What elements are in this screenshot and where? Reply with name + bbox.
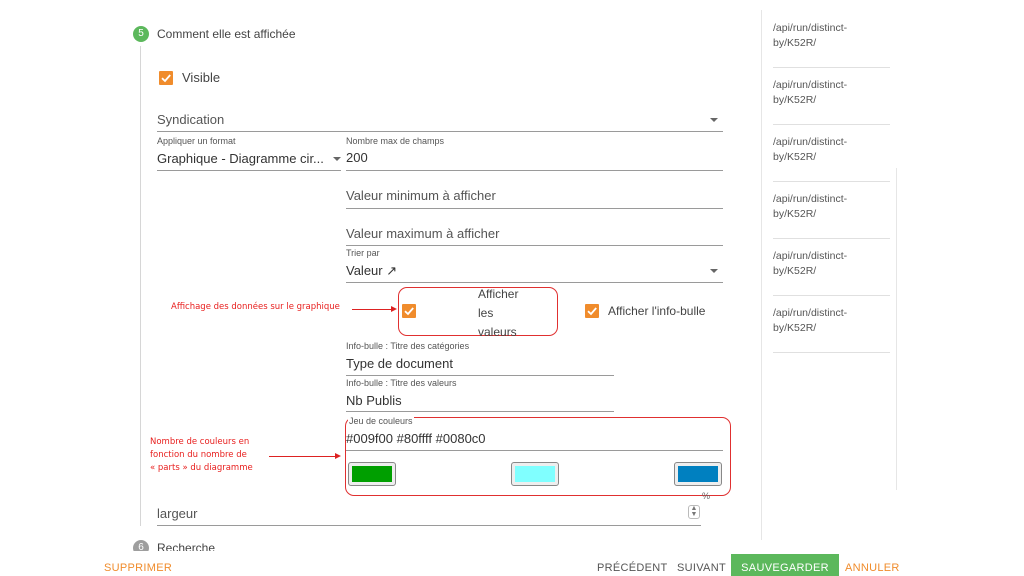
max-value-underline (346, 245, 723, 246)
annotation-arrow-line (352, 309, 392, 310)
format-select[interactable]: Graphique - Diagramme cir... (157, 150, 341, 168)
chevron-down-icon (710, 118, 718, 122)
show-tooltip-label: Afficher l'info-bulle (608, 304, 706, 318)
delete-button[interactable]: SUPPRIMER (104, 562, 172, 574)
checkbox-checked-icon (585, 304, 599, 318)
show-tooltip-checkbox[interactable]: Afficher l'info-bulle (585, 304, 705, 318)
color-swatch-3 (678, 466, 718, 482)
visible-checkbox[interactable]: Visible (159, 70, 220, 85)
width-underline (157, 525, 701, 526)
color-set-input[interactable]: #009f00 #80ffff #0080c0 (346, 431, 486, 446)
format-value: Graphique - Diagramme cir... (157, 151, 324, 166)
sidebar-scrollbar[interactable] (896, 168, 897, 490)
annotation-colors-line2: fonction du nombre de (150, 450, 247, 460)
tooltip-categories-input[interactable]: Type de document (346, 356, 453, 371)
show-values-label-line3: valeurs (478, 325, 517, 339)
step-6-header[interactable]: 6 Recherche (131, 538, 221, 551)
sidebar-item[interactable]: /api/run/distinct- by/K52R/ (773, 10, 890, 67)
sidebar-item-line1: /api/run/distinct- (773, 307, 848, 319)
step-connector-line (140, 46, 141, 526)
min-value-input[interactable]: Valeur minimum à afficher (346, 188, 496, 203)
color-swatch-2-button[interactable] (511, 462, 559, 486)
cancel-button[interactable]: ANNULER (845, 562, 900, 574)
annotation-arrow-line (269, 456, 336, 457)
step-6-title: Recherche (157, 541, 216, 551)
color-swatch-1 (352, 466, 392, 482)
tooltip-values-label: Info-bulle : Titre des valeurs (346, 378, 457, 388)
sidebar-item-line1: /api/run/distinct- (773, 79, 848, 91)
divider (773, 352, 890, 353)
checkbox-checked-icon (159, 70, 173, 85)
color-swatch-2 (515, 466, 555, 482)
sidebar-item-line1: /api/run/distinct- (773, 136, 848, 148)
sidebar-item-line2: by/K52R/ (773, 94, 817, 106)
sidebar-item-line2: by/K52R/ (773, 151, 817, 163)
color-swatch-3-button[interactable] (674, 462, 722, 486)
next-button[interactable]: SUIVANT (677, 562, 726, 574)
save-button[interactable]: SAUVEGARDER (731, 554, 839, 576)
sidebar-list: /api/run/distinct- by/K52R/ /api/run/dis… (773, 10, 890, 353)
step-5-badge: 5 (133, 26, 149, 42)
sidebar-item[interactable]: /api/run/distinct- by/K52R/ (773, 239, 890, 295)
sidebar-item-line1: /api/run/distinct- (773, 22, 848, 34)
tooltip-categories-underline (346, 375, 614, 376)
chevron-down-icon (710, 269, 718, 273)
sidebar-item-line1: /api/run/distinct- (773, 193, 848, 205)
percent-unit: % (702, 491, 711, 501)
show-values-checkbox[interactable] (402, 304, 416, 318)
annotation-colors-line3: « parts » du diagramme (150, 463, 253, 473)
sidebar-border (761, 10, 762, 540)
color-set-underline (346, 450, 723, 451)
min-value-underline (346, 208, 723, 209)
max-value-input[interactable]: Valeur maximum à afficher (346, 226, 499, 241)
tooltip-categories-label: Info-bulle : Titre des catégories (346, 341, 470, 351)
format-underline (157, 170, 341, 171)
max-fields-input[interactable]: 200 (346, 150, 368, 165)
syndication-underline (157, 131, 723, 132)
spinner-icon[interactable]: ▲ ▼ (688, 505, 700, 519)
color-swatch-1-button[interactable] (348, 462, 396, 486)
color-set-label: Jeu de couleurs (348, 416, 414, 426)
previous-button[interactable]: PRÉCÉDENT (597, 562, 668, 574)
show-values-label-line1: Afficher (478, 287, 519, 301)
annotation-colors-line1: Nombre de couleurs en (150, 437, 250, 447)
width-input[interactable]: largeur (157, 506, 197, 521)
sidebar-item-line2: by/K52R/ (773, 208, 817, 220)
sidebar-item-line2: by/K52R/ (773, 37, 817, 49)
syndication-select[interactable]: Syndication (157, 111, 723, 131)
sort-value: Valeur ↗ (346, 263, 398, 278)
sidebar-item[interactable]: /api/run/distinct- by/K52R/ (773, 68, 890, 124)
annotation-arrow-head (335, 453, 341, 459)
sidebar-item-line2: by/K52R/ (773, 265, 817, 277)
sort-label: Trier par (346, 248, 380, 258)
tooltip-values-underline (346, 411, 614, 412)
step-6-badge: 6 (133, 540, 149, 551)
max-fields-underline (346, 170, 723, 171)
sidebar-item[interactable]: /api/run/distinct- by/K52R/ (773, 125, 890, 181)
step-5-title: Comment elle est affichée (157, 27, 296, 41)
annotation-colors: Nombre de couleurs en fonction du nombre… (150, 436, 253, 475)
show-values-label-line2: les (478, 306, 494, 320)
syndication-value: Syndication (157, 112, 225, 127)
chevron-down-icon (333, 157, 341, 161)
annotation-data-display: Affichage des données sur le graphique (171, 302, 340, 312)
sort-select[interactable]: Valeur ↗ (346, 262, 723, 280)
sidebar-item[interactable]: /api/run/distinct- by/K52R/ (773, 182, 890, 238)
annotation-arrow-head (391, 306, 397, 312)
sidebar-item-line2: by/K52R/ (773, 322, 817, 334)
sidebar-item[interactable]: /api/run/distinct- by/K52R/ (773, 296, 890, 352)
show-values-label: Afficher les valeurs (478, 285, 518, 342)
save-button-label: SAUVEGARDER (741, 562, 829, 574)
visible-label: Visible (182, 70, 221, 85)
tooltip-values-input[interactable]: Nb Publis (346, 393, 402, 408)
max-fields-label: Nombre max de champs (346, 136, 445, 146)
sort-underline (346, 282, 723, 283)
sidebar-item-line1: /api/run/distinct- (773, 250, 848, 262)
format-label: Appliquer un format (157, 136, 236, 146)
